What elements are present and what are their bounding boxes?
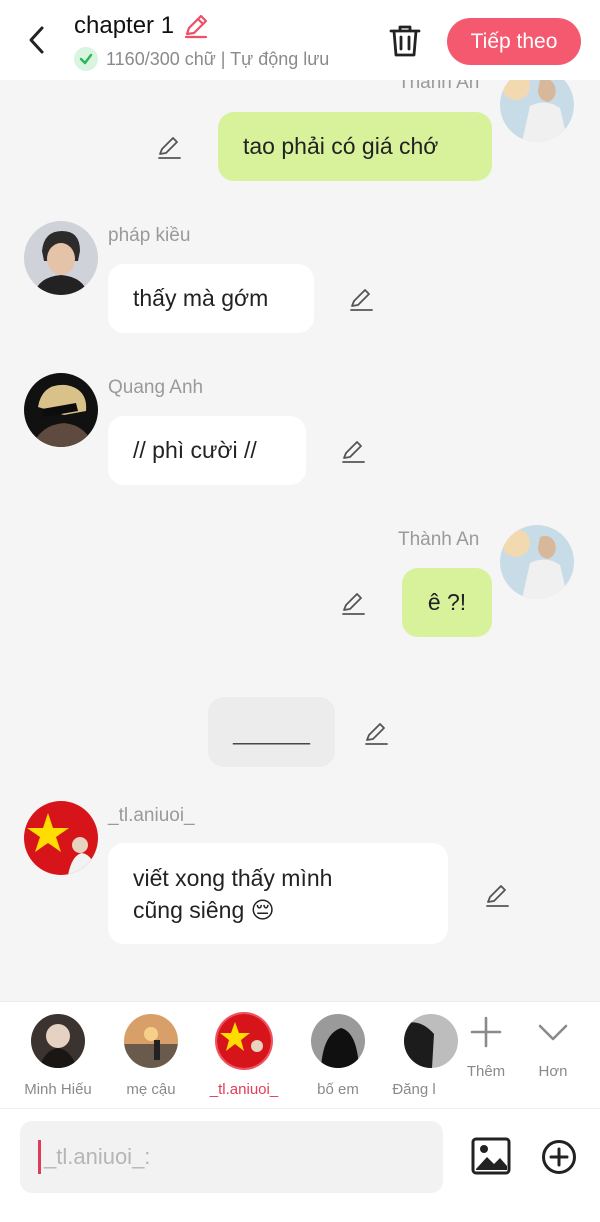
- back-icon[interactable]: [22, 22, 54, 58]
- chapter-title: chapter 1: [74, 12, 175, 39]
- avatar[interactable]: [24, 373, 98, 447]
- more-label: Hơn: [538, 1063, 568, 1080]
- title-row: chapter 1: [74, 12, 210, 40]
- message-text: ê ?!: [427, 589, 467, 615]
- chevron-down-icon: [538, 1024, 568, 1041]
- next-button[interactable]: Tiếp theo: [447, 18, 581, 65]
- character-bar: Minh Hiếu mẹ cậu _tl.aniuoi_ bố em Đăng …: [0, 1001, 600, 1108]
- narration-bubble[interactable]: ______: [208, 697, 335, 767]
- edit-message-pencil-icon[interactable]: [340, 438, 366, 464]
- avatar: [404, 1014, 458, 1068]
- message-bubble[interactable]: ê ?!: [402, 568, 492, 637]
- character-name: mẹ cậu: [126, 1081, 176, 1098]
- message-bubble[interactable]: thấy mà gớm: [108, 264, 314, 333]
- character-bo-em[interactable]: bố em: [298, 1014, 378, 1098]
- message-text: tao phải có giá chớ: [243, 133, 439, 159]
- word-count-status: 1160/300 chữ | Tự động lưu: [106, 48, 330, 69]
- check-icon: [74, 47, 98, 71]
- edit-title-pencil-icon[interactable]: [182, 12, 210, 40]
- avatar[interactable]: [500, 525, 574, 599]
- edit-message-pencil-icon[interactable]: [156, 134, 182, 160]
- message-bubble[interactable]: // phì cười //: [108, 416, 306, 485]
- avatar: [311, 1014, 365, 1068]
- sender-name: Thành An: [398, 529, 480, 550]
- character-name: Minh Hiếu: [24, 1081, 92, 1098]
- avatar: [217, 1014, 271, 1068]
- edit-message-pencil-icon[interactable]: [363, 720, 389, 746]
- add-character-button[interactable]: Thêm: [456, 1016, 516, 1080]
- message-bubble[interactable]: tao phải có giá chớ: [218, 112, 492, 181]
- trash-icon[interactable]: [387, 22, 423, 60]
- character-dang[interactable]: Đăng l: [392, 1014, 458, 1098]
- character-name: bố em: [317, 1081, 359, 1098]
- image-icon[interactable]: [470, 1136, 512, 1176]
- message-text-line: viết xong thấy mình: [133, 864, 333, 891]
- input-placeholder: _tl.aniuoi_:: [44, 1144, 151, 1169]
- top-bar: chapter 1 1160/300 chữ | Tự động lưu Tiế…: [0, 0, 600, 80]
- sender-name: Quang Anh: [108, 377, 204, 398]
- plus-circle-icon[interactable]: [541, 1139, 577, 1175]
- narration-text: ______: [233, 718, 310, 745]
- save-status: 1160/300 chữ | Tự động lưu: [74, 47, 329, 71]
- more-button[interactable]: Hơn: [523, 1016, 583, 1080]
- sender-name: pháp kiều: [108, 225, 191, 246]
- message-text-line: cũng siêng 😔: [133, 896, 275, 923]
- character-me-cau[interactable]: mẹ cậu: [111, 1014, 191, 1098]
- avatar: [124, 1014, 178, 1068]
- avatar: [31, 1014, 85, 1068]
- avatar[interactable]: [24, 221, 98, 295]
- edit-message-pencil-icon[interactable]: [340, 590, 366, 616]
- character-name: Đăng l: [392, 1081, 436, 1098]
- message-text: thấy mà gớm: [133, 285, 269, 311]
- character-name: _tl.aniuoi_: [209, 1081, 279, 1098]
- avatar[interactable]: [24, 801, 98, 875]
- sender-name: _tl.aniuoi_: [108, 805, 195, 826]
- add-label: Thêm: [466, 1063, 506, 1080]
- input-bar: _tl.aniuoi_:: [0, 1108, 600, 1222]
- character-tl-aniuoi[interactable]: _tl.aniuoi_: [204, 1014, 284, 1098]
- plus-icon: [470, 1016, 502, 1048]
- message-text: // phì cười //: [133, 437, 257, 463]
- message-bubble[interactable]: viết xong thấy mình cũng siêng 😔: [108, 843, 448, 944]
- text-cursor: [38, 1140, 41, 1174]
- message-input[interactable]: _tl.aniuoi_:: [20, 1121, 443, 1193]
- character-minh-hieu[interactable]: Minh Hiếu: [18, 1014, 98, 1098]
- edit-message-pencil-icon[interactable]: [348, 286, 374, 312]
- edit-message-pencil-icon[interactable]: [484, 882, 510, 908]
